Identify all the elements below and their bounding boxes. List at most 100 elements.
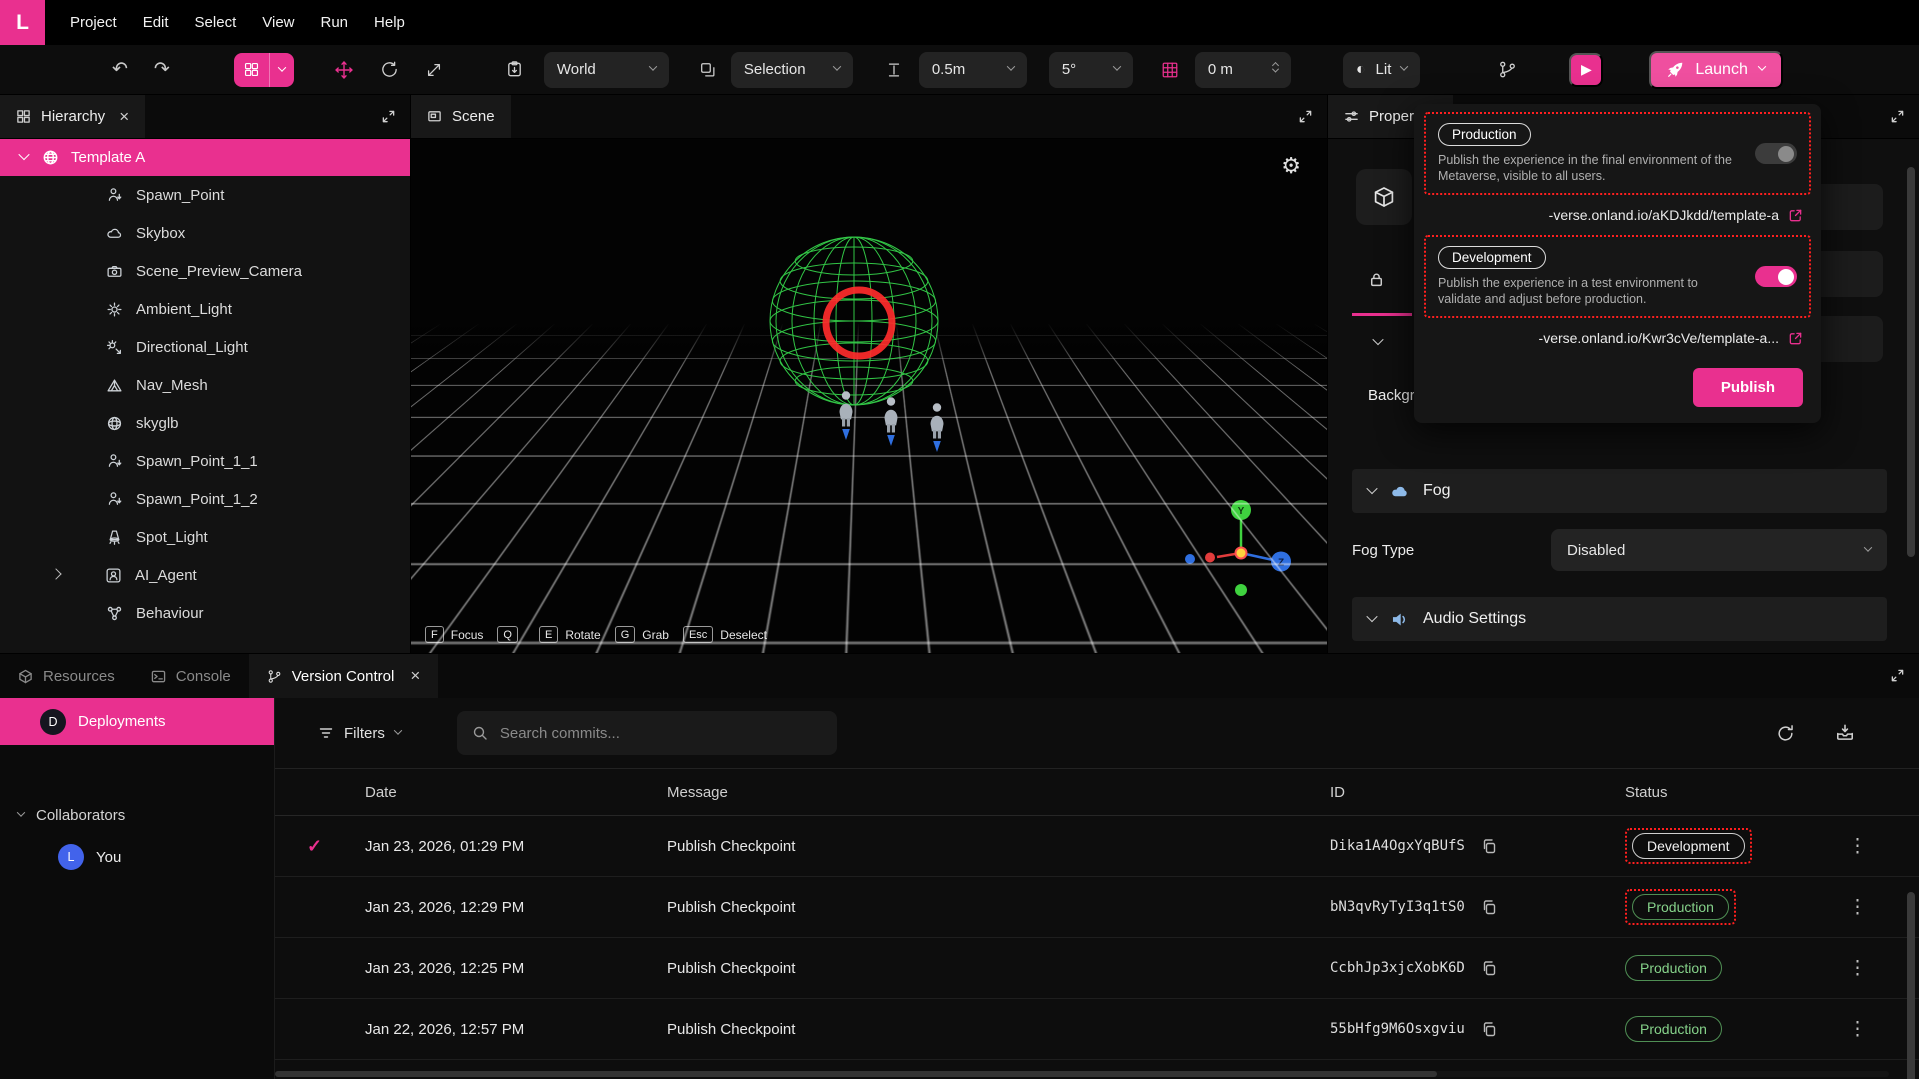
menu-help[interactable]: Help (361, 6, 418, 39)
horizontal-scrollbar[interactable] (275, 1071, 1889, 1077)
transform-gizmo[interactable]: Y Z (1181, 493, 1301, 613)
grid-height-stepper[interactable]: 0 m (1195, 52, 1291, 88)
menu-view[interactable]: View (249, 6, 307, 39)
search-input[interactable] (500, 725, 822, 742)
production-link[interactable]: -verse.onland.io/aKDJkdd/template-a (1549, 207, 1779, 223)
expand-panel-icon[interactable] (1890, 668, 1905, 683)
avatar-figure[interactable] (834, 390, 858, 440)
rotate-tool-button[interactable] (380, 60, 399, 79)
sidebar-item-deployments[interactable]: D Deployments (0, 698, 274, 745)
menu-run[interactable]: Run (308, 6, 362, 39)
refresh-button[interactable] (1776, 724, 1795, 743)
tab-hierarchy[interactable]: Hierarchy × (0, 95, 145, 138)
properties-scrollbar[interactable] (1907, 167, 1915, 557)
redo-button[interactable]: ↷ (154, 60, 170, 79)
table-scrollbar[interactable] (1907, 892, 1915, 1079)
menu-project[interactable]: Project (57, 6, 130, 39)
lock-icon[interactable] (1368, 271, 1385, 288)
tree-item-spawn-point[interactable]: Spawn_Point (0, 176, 410, 214)
rotate-snap-select[interactable]: 5° (1049, 52, 1133, 88)
development-toggle[interactable] (1755, 266, 1797, 287)
shading-mode-select[interactable]: ◐ Lit (1343, 52, 1421, 88)
tree-item-skybox[interactable]: Skybox (0, 214, 410, 252)
publish-button[interactable]: Publish (1693, 368, 1803, 407)
chevron-down-icon[interactable] (1366, 482, 1377, 493)
version-control-button[interactable] (1498, 60, 1517, 79)
filters-button[interactable]: Filters (318, 725, 401, 742)
sidebar-item-you[interactable]: L You (0, 837, 274, 877)
move-snap-select[interactable]: 0.5m (919, 52, 1027, 88)
expand-panel-icon[interactable] (1298, 109, 1313, 124)
row-menu-kebab-icon[interactable]: ⋮ (1848, 835, 1867, 858)
transform-space-select[interactable]: World (544, 52, 669, 88)
development-link-row[interactable]: -verse.onland.io/Kwr3cVe/template-a... (1424, 318, 1811, 358)
tree-item-nav-mesh[interactable]: Nav_Mesh (0, 366, 410, 404)
stepper-arrows[interactable] (1273, 66, 1278, 73)
chevron-down-icon[interactable] (17, 808, 25, 816)
commit-search-box[interactable] (457, 711, 837, 755)
fog-section-header[interactable]: Fog (1352, 469, 1887, 513)
tree-root-template-a[interactable]: Template A (0, 139, 410, 176)
tree-item-spawn-point-1-1[interactable]: Spawn_Point_1_1 (0, 442, 410, 480)
deploy-settings-button[interactable] (1835, 723, 1855, 743)
snap-move-button[interactable] (885, 61, 903, 79)
launch-button[interactable]: Launch (1649, 51, 1783, 89)
audio-settings-section-header[interactable]: Audio Settings (1352, 597, 1887, 641)
sidebar-item-collaborators[interactable]: Collaborators (0, 793, 274, 837)
play-button[interactable]: ▶ (1569, 53, 1603, 87)
scale-tool-button[interactable] (425, 61, 443, 79)
chevron-down-icon[interactable] (1366, 610, 1377, 621)
menu-select[interactable]: Select (182, 6, 250, 39)
expand-panel-icon[interactable] (1890, 109, 1905, 124)
scene-canvas[interactable]: Y Z ⚙ FFocus Q ERotate GGrab EscDeselect (411, 139, 1327, 653)
tab-console[interactable]: Console (133, 654, 249, 698)
commit-row[interactable]: Jan 22, 2026, 12:57 PM Publish Checkpoin… (275, 999, 1919, 1060)
row-menu-kebab-icon[interactable]: ⋮ (1848, 896, 1867, 919)
tree-item-directional-light[interactable]: Directional_Light (0, 328, 410, 366)
grid-snap-toggle[interactable] (1161, 61, 1179, 79)
commit-row[interactable]: Jan 23, 2026, 12:25 PM Publish Checkpoin… (275, 938, 1919, 999)
menu-edit[interactable]: Edit (130, 6, 182, 39)
development-link[interactable]: -verse.onland.io/Kwr3cVe/template-a... (1539, 330, 1779, 346)
avatar-figure[interactable] (925, 402, 949, 452)
copy-icon[interactable] (1481, 1021, 1497, 1037)
avatar-figure[interactable] (879, 396, 903, 446)
row-menu-kebab-icon[interactable]: ⋮ (1848, 957, 1867, 980)
row-menu-kebab-icon[interactable]: ⋮ (1848, 1018, 1867, 1041)
section-chevron-down-icon[interactable] (1372, 334, 1383, 345)
move-tool-button[interactable] (334, 60, 354, 80)
tab-resources[interactable]: Resources (0, 654, 133, 698)
close-icon[interactable]: × (410, 666, 420, 686)
undo-button[interactable]: ↶ (112, 60, 128, 79)
chevron-down-icon[interactable] (18, 148, 29, 159)
tree-item-behaviour[interactable]: Behaviour (0, 594, 410, 632)
copy-icon[interactable] (1481, 838, 1497, 854)
commit-row[interactable]: Jan 23, 2026, 12:29 PM Publish Checkpoin… (275, 877, 1919, 938)
tree-item-spot-light[interactable]: Spot_Light (0, 518, 410, 556)
selection-filter-select[interactable]: Selection (731, 52, 853, 88)
app-logo[interactable]: L (0, 0, 45, 45)
tree-item-scene-preview-camera[interactable]: Scene_Preview_Camera (0, 252, 410, 290)
object-properties-tab[interactable] (1356, 169, 1412, 225)
expand-panel-icon[interactable] (381, 109, 396, 124)
viewport-layout-button[interactable] (234, 53, 294, 87)
tree-item-skyglb[interactable]: skyglb (0, 404, 410, 442)
tree-item-spawn-point-1-2[interactable]: Spawn_Point_1_2 (0, 480, 410, 518)
copy-icon[interactable] (1481, 899, 1497, 915)
viewport-settings-gear-icon[interactable]: ⚙ (1281, 153, 1301, 179)
fog-type-select[interactable]: Disabled (1551, 529, 1887, 571)
external-link-icon[interactable] (1788, 331, 1803, 346)
copy-icon[interactable] (1481, 960, 1497, 976)
production-link-row[interactable]: -verse.onland.io/aKDJkdd/template-a (1424, 195, 1811, 235)
wireframe-sphere[interactable] (762, 229, 946, 413)
selection-mode-button[interactable] (699, 61, 717, 79)
viewport-layout-dropdown[interactable] (269, 53, 294, 87)
production-toggle[interactable] (1755, 143, 1797, 164)
close-icon[interactable]: × (119, 107, 129, 127)
paste-button[interactable] (505, 60, 524, 79)
commit-row[interactable]: ✓ Jan 23, 2026, 01:29 PM Publish Checkpo… (275, 816, 1919, 877)
tree-item-ai-agent[interactable]: AI_Agent (0, 556, 410, 594)
chevron-right-icon[interactable] (50, 568, 61, 579)
tab-version-control[interactable]: Version Control × (249, 654, 439, 698)
external-link-icon[interactable] (1788, 208, 1803, 223)
